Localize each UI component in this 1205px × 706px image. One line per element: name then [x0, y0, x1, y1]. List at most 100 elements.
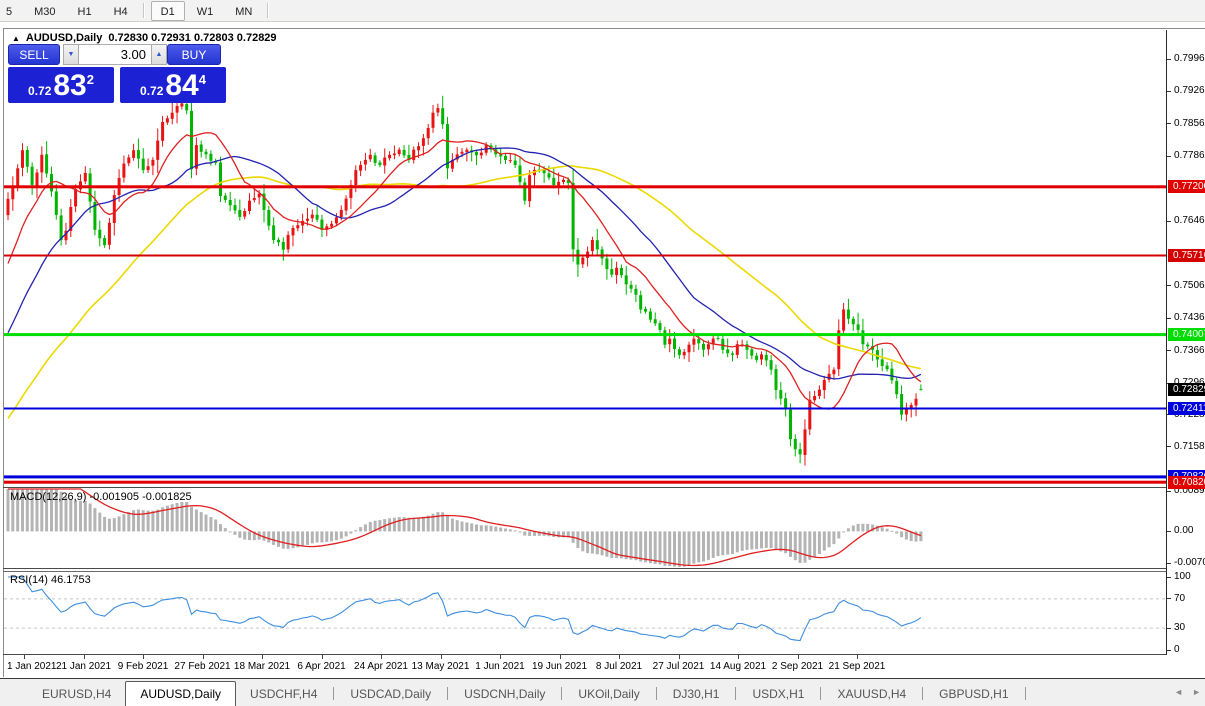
date-tick: [262, 655, 263, 659]
timeframe-button-w1[interactable]: W1: [187, 1, 224, 21]
date-label: 21 Jan 2021: [56, 661, 111, 672]
chart-tab-usdchf-h4[interactable]: USDCHF,H4: [236, 682, 331, 706]
buy-price-small: 0.72: [140, 84, 163, 98]
chart-tab-bar: EURUSD,H4AUDUSD,DailyUSDCHF,H4USDCAD,Dai…: [0, 678, 1205, 706]
timeframe-button-5[interactable]: 5: [0, 1, 22, 21]
price-tick-0.76460: 0.76460: [1174, 215, 1205, 226]
macd-tick--0.00701-mark: [1167, 563, 1171, 564]
chart-tab-eurusd-h4[interactable]: EURUSD,H4: [28, 682, 125, 706]
chart-tab-dj30-h1[interactable]: DJ30,H1: [659, 682, 734, 706]
tab-scroll-arrows: ◄ ►: [1174, 687, 1201, 697]
buy-button[interactable]: BUY: [167, 44, 221, 65]
rsi-pane-canvas[interactable]: [4, 572, 1166, 654]
volume-input[interactable]: [79, 44, 151, 65]
date-tick: [857, 655, 858, 659]
date-axis: 1 Jan 202121 Jan 20219 Feb 202127 Feb 20…: [4, 655, 1166, 677]
price-tick-0.76460-mark: [1167, 221, 1171, 222]
tab-separator: [922, 687, 923, 700]
buy-price-display[interactable]: 0.72 84 4: [120, 67, 226, 103]
tab-separator: [656, 687, 657, 700]
price-tick-0.75060-mark: [1167, 285, 1171, 286]
date-tick: [679, 655, 680, 659]
timeframe-button-h1[interactable]: H1: [68, 1, 102, 21]
price-tick-0.71580-mark: [1167, 446, 1171, 447]
tab-separator: [735, 687, 736, 700]
date-label: 1 Jun 2021: [475, 661, 525, 672]
timeframe-button-h4[interactable]: H4: [104, 1, 138, 21]
date-tick: [441, 655, 442, 659]
macd-label: MACD(12,26,9) -0.001905 -0.001825: [10, 491, 192, 503]
sell-price-display[interactable]: 0.72 83 2: [8, 67, 114, 103]
chart-tab-ukoil-daily[interactable]: UKOil,Daily: [564, 682, 653, 706]
price-tick-0.73660: 0.73660: [1174, 345, 1205, 356]
date-label: 19 Jun 2021: [532, 661, 587, 672]
date-label: 2 Sep 2021: [772, 661, 823, 672]
price-tick-0.75060: 0.75060: [1174, 280, 1205, 291]
chart-tab-audusd-daily[interactable]: AUDUSD,Daily: [125, 681, 236, 706]
date-tick: [738, 655, 739, 659]
date-label: 21 Sep 2021: [829, 661, 886, 672]
macd-tick-0.008904-mark: [1167, 491, 1171, 492]
tab-separator: [820, 687, 821, 700]
level-badge-0.72411: 0.72411: [1168, 402, 1205, 415]
window-top-border: [3, 28, 1205, 29]
rsi-tick-0: 0: [1174, 644, 1180, 655]
date-tick: [500, 655, 501, 659]
chart-tab-gbpusd-h1[interactable]: GBPUSD,H1: [925, 682, 1022, 706]
date-tick: [84, 655, 85, 659]
rsi-tick-100: 100: [1174, 571, 1191, 582]
buy-price-sup: 4: [199, 72, 206, 87]
timeframe-button-m30[interactable]: M30: [24, 1, 65, 21]
chart-tab-xauusd-h4[interactable]: XAUUSD,H4: [823, 682, 920, 706]
date-tick: [24, 655, 25, 659]
price-tick-0.79260: 0.79260: [1174, 85, 1205, 96]
price-tick-0.73660-mark: [1167, 350, 1171, 351]
level-badge-0.70820: 0.70820: [1168, 476, 1205, 489]
date-tick: [798, 655, 799, 659]
tab-scroll-left-button[interactable]: ◄: [1174, 687, 1183, 697]
chart-tab-usdcnh-daily[interactable]: USDCNH,Daily: [450, 682, 559, 706]
date-label: 27 Jul 2021: [653, 661, 705, 672]
timeframe-button-d1[interactable]: D1: [151, 1, 185, 21]
date-label: 8 Jul 2021: [596, 661, 642, 672]
price-tick-0.74360-mark: [1167, 318, 1171, 319]
date-label: 14 Aug 2021: [710, 661, 766, 672]
date-tick: [143, 655, 144, 659]
price-tick-0.71580: 0.71580: [1174, 441, 1205, 452]
timeframe-button-mn[interactable]: MN: [225, 1, 262, 21]
buy-price-big: 84: [165, 71, 198, 101]
price-tick-0.78560-mark: [1167, 123, 1171, 124]
macd-tick--0.00701: -0.00701: [1174, 557, 1205, 568]
toolbar-separator: [143, 3, 144, 18]
volume-increase-button[interactable]: ▲: [151, 44, 167, 65]
date-label: 13 May 2021: [412, 661, 470, 672]
sell-price-big: 83: [53, 71, 86, 101]
tab-separator: [447, 687, 448, 700]
tab-scroll-right-button[interactable]: ►: [1192, 687, 1201, 697]
date-tick: [619, 655, 620, 659]
mt4-workspace: 5M30H1H4D1W1MN ▲ AUDUSD,Daily 0.72830 0.…: [0, 0, 1205, 706]
date-label: 27 Feb 2021: [174, 661, 230, 672]
date-label: 24 Apr 2021: [354, 661, 408, 672]
timeframe-toolbar: 5M30H1H4 D1W1MN: [0, 0, 1205, 22]
level-badge-0.74007: 0.74007: [1168, 328, 1205, 341]
rsi-pane-separator[interactable]: [3, 568, 1205, 569]
collapse-triangle-icon[interactable]: ▲: [12, 34, 20, 43]
date-label: 9 Feb 2021: [118, 661, 169, 672]
chart-ohlc-values: 0.72830 0.72931 0.72803 0.72829: [108, 32, 276, 44]
sell-button[interactable]: SELL: [8, 44, 60, 65]
toolbar-separator: [267, 3, 268, 18]
date-tick: [381, 655, 382, 659]
level-badge-0.75716: 0.75716: [1168, 249, 1205, 262]
chart-tab-usdx-h1[interactable]: USDX,H1: [738, 682, 818, 706]
chart-symbol-period: AUDUSD,Daily: [26, 32, 102, 44]
date-label: 6 Apr 2021: [297, 661, 345, 672]
rsi-tick-70: 70: [1174, 593, 1185, 604]
price-tick-0.77860-mark: [1167, 156, 1171, 157]
price-tick-0.74360: 0.74360: [1174, 312, 1205, 323]
price-tick-0.79960-mark: [1167, 59, 1171, 60]
chart-tab-usdcad-daily[interactable]: USDCAD,Daily: [336, 682, 445, 706]
tab-separator: [1025, 687, 1026, 700]
price-tick-0.79260-mark: [1167, 91, 1171, 92]
volume-decrease-button[interactable]: ▼: [63, 44, 79, 65]
